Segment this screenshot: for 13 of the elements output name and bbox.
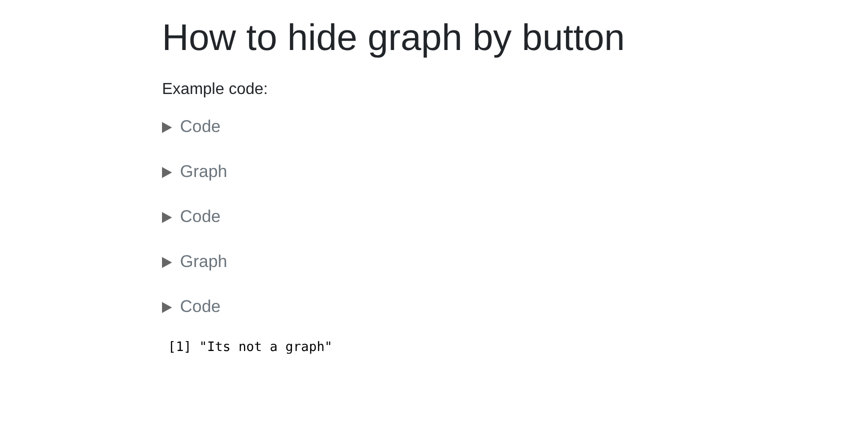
disclosure-toggle[interactable]: Code: [162, 205, 221, 229]
caret-icon: [162, 166, 172, 178]
disclosure-toggle[interactable]: Graph: [162, 250, 228, 274]
caret-icon: [162, 212, 172, 222]
code-output: [1] "Its not a graph": [168, 340, 332, 355]
page-title: How to hide graph by button: [162, 16, 626, 60]
disclosure-toggle[interactable]: Code: [162, 295, 221, 319]
intro-text: Example code:: [162, 80, 269, 100]
caret-icon: [162, 302, 172, 312]
disclosure-toggle[interactable]: Code: [162, 115, 221, 139]
caret-icon: [162, 256, 172, 268]
caret-icon: [162, 122, 172, 132]
disclosure-toggle[interactable]: Graph: [162, 160, 228, 184]
